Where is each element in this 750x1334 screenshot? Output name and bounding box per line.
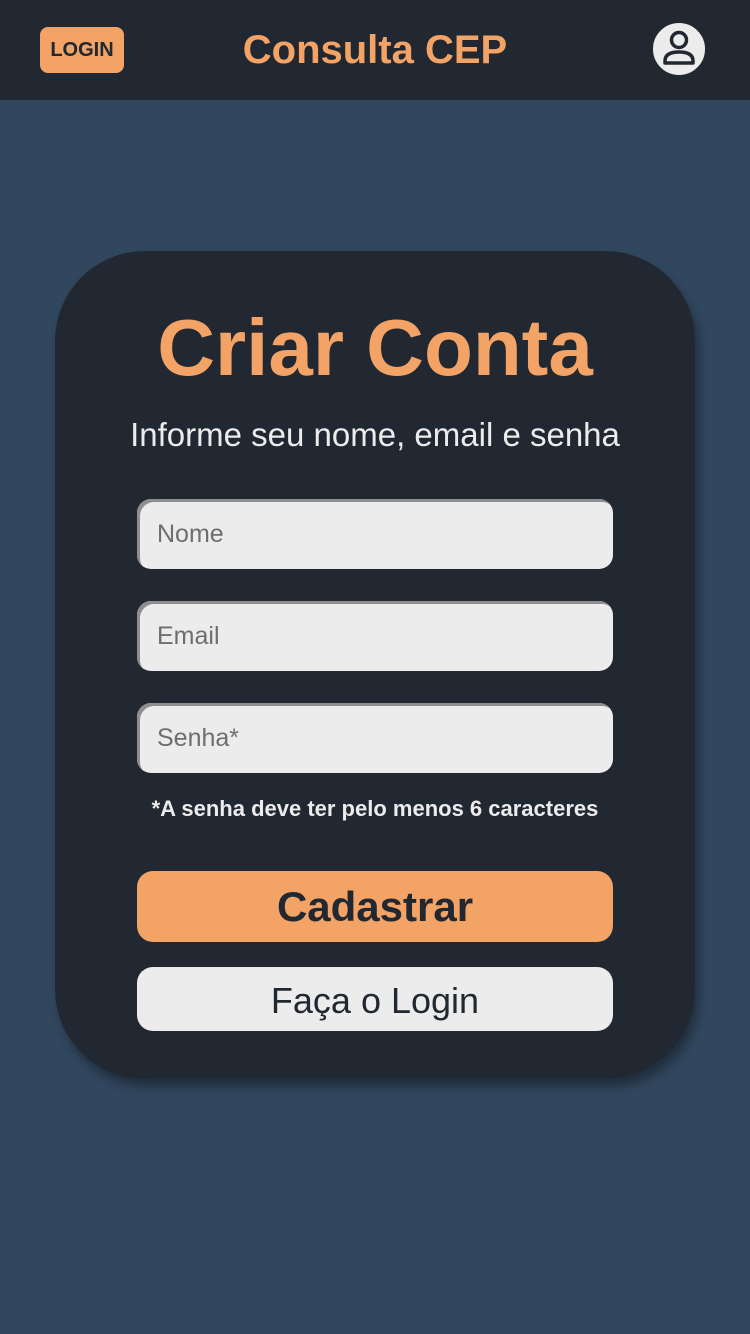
name-field[interactable] [137, 499, 613, 569]
password-hint: *A senha deve ter pelo menos 6 caractere… [151, 796, 599, 821]
form-subtitle: Informe seu nome, email e senha [130, 416, 620, 453]
go-to-login-button[interactable]: Faça o Login [137, 967, 613, 1031]
top-bar: LOGIN Consulta CEP [0, 0, 750, 100]
user-icon [663, 30, 695, 65]
email-field[interactable] [137, 601, 613, 671]
form-title: Criar Conta [157, 303, 593, 392]
password-field[interactable] [137, 703, 613, 773]
user-avatar-button[interactable] [651, 21, 707, 77]
register-button[interactable]: Cadastrar [137, 871, 613, 942]
login-badge-button[interactable]: LOGIN [40, 27, 124, 73]
